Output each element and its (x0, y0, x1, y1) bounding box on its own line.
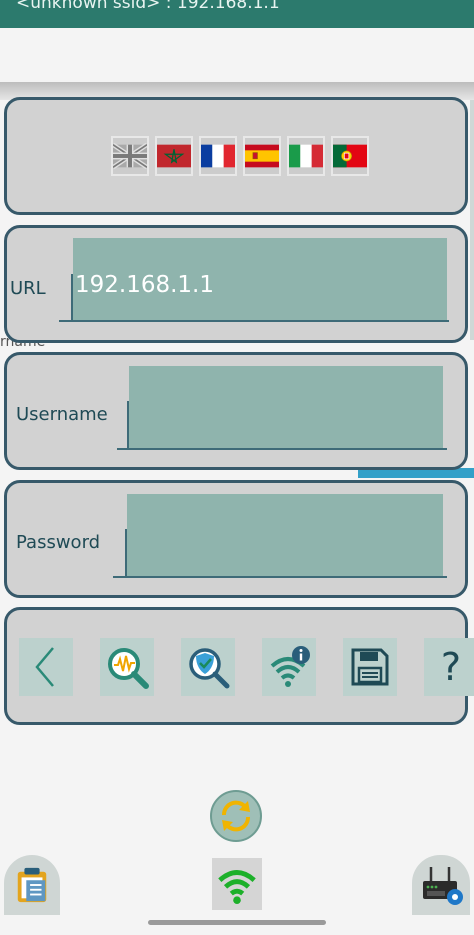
url-cursor (71, 274, 73, 322)
security-scan-button[interactable] (181, 638, 235, 696)
english-flag-graphic (113, 142, 147, 170)
password-label: Password (16, 532, 101, 553)
english-flag-icon[interactable] (111, 136, 149, 176)
toolbar: ? (19, 638, 474, 696)
scan-button[interactable] (100, 638, 154, 696)
france-flag-graphic (201, 144, 235, 168)
morocco-flag-graphic (157, 144, 191, 168)
wifi-info-button[interactable] (262, 638, 316, 696)
italy-flag-icon[interactable] (287, 136, 325, 176)
help-button[interactable]: ? (424, 638, 474, 696)
portugal-flag-icon[interactable] (331, 136, 369, 176)
password-underline (113, 576, 447, 578)
back-button[interactable] (19, 638, 73, 696)
security-search-icon (189, 648, 230, 689)
wifi-nav-button[interactable] (212, 858, 262, 910)
italy-flag-graphic (289, 144, 323, 168)
username-cursor (127, 401, 129, 449)
url-label: URL (10, 278, 46, 299)
router-settings-icon (423, 867, 463, 905)
username-underline (117, 448, 447, 450)
scan-search-icon (108, 648, 149, 689)
home-indicator (148, 920, 326, 925)
spain-flag-graphic (245, 144, 279, 168)
language-panel (4, 97, 468, 215)
back-icon (35, 647, 54, 687)
wifi-icon (218, 870, 256, 905)
save-icon (351, 648, 389, 686)
tools-panel: ? (4, 607, 474, 725)
refresh-icon (221, 800, 251, 832)
ssid-text: <unknown ssid> : 192.168.1.1 (16, 0, 280, 13)
background-scrollbar (470, 100, 474, 340)
password-input[interactable] (127, 494, 443, 576)
url-panel: URL 192.168.1.1 (4, 225, 468, 343)
spain-flag-icon[interactable] (243, 136, 281, 176)
wifi-info-icon (270, 646, 310, 687)
status-bar: <unknown ssid> : 192.168.1.1 (0, 0, 474, 28)
password-cursor (125, 529, 127, 577)
clipboard-icon (17, 867, 47, 903)
morocco-flag-icon[interactable] (155, 136, 193, 176)
clipboard-nav-button[interactable] (4, 855, 60, 915)
password-panel: Password (4, 480, 468, 598)
help-icon: ? (440, 645, 462, 689)
username-input[interactable] (129, 366, 443, 448)
router-settings-nav-button[interactable] (412, 855, 470, 915)
refresh-button[interactable] (210, 790, 262, 842)
portugal-flag-graphic (333, 144, 367, 168)
url-underline (59, 320, 449, 322)
url-value: 192.168.1.1 (75, 272, 214, 298)
language-flags (111, 136, 369, 176)
france-flag-icon[interactable] (199, 136, 237, 176)
save-button[interactable] (343, 638, 397, 696)
username-label: Username (16, 404, 108, 425)
username-panel: Username (4, 352, 468, 470)
